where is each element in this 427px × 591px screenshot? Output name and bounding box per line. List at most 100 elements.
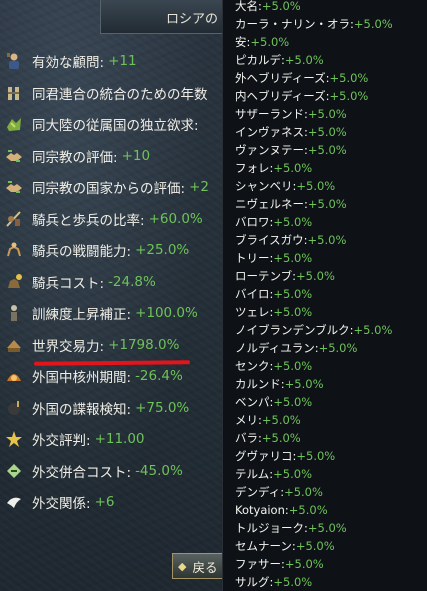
modifier-value: +2 [189, 179, 209, 195]
tooltip-entry: メリ:+5.0% [235, 411, 301, 429]
dove-icon [4, 492, 24, 512]
modifier-row: 訓練度上昇補正: +100.0% [0, 302, 232, 324]
tooltip-entry: デンディ:+5.0% [235, 483, 323, 501]
tooltip-entry-name: ローテンブ: [235, 269, 297, 283]
cavalry-cost-icon [4, 272, 24, 292]
modifier-panel: ロシアの 有効な顧問: +11 同君連合の統合のための年数 同大陸の従属国の独立欲求:… [0, 0, 232, 591]
modifier-row: 騎兵と歩兵の比率: +60.0% [0, 208, 232, 230]
tooltip-entry: ブライスガウ:+5.0% [235, 231, 346, 249]
tooltip-entry: Kotyaion:+5.0% [235, 501, 328, 519]
spy-icon [4, 398, 24, 418]
tooltip-entry-name: バイロ: [235, 287, 274, 301]
tooltip-entry-value: +5.0% [261, 413, 301, 427]
modifier-value: +25.0% [135, 242, 190, 258]
tooltip-entry-value: +5.0% [329, 89, 369, 103]
modifier-row: 同宗教の国家からの評価: +2 [0, 176, 232, 198]
tooltip-entry-name: Kotyaion: [235, 503, 289, 517]
tooltip-entry-value: +5.0% [261, 431, 301, 445]
modifier-value: +10 [121, 147, 151, 164]
modifier-row: 外交関係: +6 [0, 491, 232, 513]
modifier-label: 外交関係: [32, 496, 91, 512]
tooltip-entry-name: インヴァネス: [235, 125, 308, 139]
modifier-label: 騎兵と歩兵の比率: [32, 212, 145, 229]
tooltip-entry-name: シャンベリ: [235, 179, 297, 193]
modifier-row: 同君連合の統合のための年数 [0, 82, 232, 104]
back-button-label: 戻る [192, 559, 218, 575]
modifier-row: 外交併合コスト: -45.0% [0, 460, 232, 482]
tooltip-entry-name: ヴァンヌテー: [235, 143, 308, 157]
modifier-value: +60.0% [148, 210, 203, 227]
modifier-label: 有効な顧問: [32, 55, 105, 71]
tooltip-entry-value: +5.0% [307, 143, 347, 157]
reputation-icon [4, 429, 24, 449]
tooltip-entry-name: メリ: [235, 413, 262, 427]
tooltip-entry-name: センク: [235, 359, 274, 373]
modifier-label: 外国の諜報検知: [32, 401, 132, 418]
advisor-icon [4, 51, 24, 71]
tooltip-entry: セムナーン:+5.0% [235, 537, 335, 555]
modifier-value: +11.00 [94, 431, 145, 447]
tooltip-entry-name: ノイブランデンブルク: [235, 323, 354, 337]
tooltip-entry-value: +5.0% [284, 485, 323, 499]
tooltip-entry-name: サルグ: [235, 575, 274, 589]
tooltip-entry-name: カーラ・ナリン・オラ: [235, 17, 354, 31]
tooltip-entry-value: +5.0% [307, 521, 347, 535]
tooltip-entry: インヴァネス:+5.0% [235, 123, 347, 141]
cavalry-infantry-icon [4, 209, 24, 229]
tooltip-entry-name: トリー: [235, 251, 274, 265]
tooltip-entry-value: +5.0% [307, 107, 347, 121]
tooltip-entry: カルンド:+5.0% [235, 375, 324, 393]
tooltip-entry-name: 大名: [235, 0, 262, 13]
tooltip-entry-name: ブライスガウ: [235, 233, 308, 247]
tooltip-entry-value: +5.0% [288, 503, 328, 517]
tooltip-entry-value: +5.0% [329, 71, 369, 85]
tooltip-entry-value: +5.0% [307, 233, 347, 247]
modifier-value: +11 [108, 53, 137, 69]
tooltip-entry-value: +5.0% [307, 125, 347, 139]
tooltip-entry-value: +5.0% [273, 359, 313, 373]
tooltip-entry-value: +5.0% [273, 305, 313, 319]
tooltip-entry: トルジョーク:+5.0% [235, 519, 347, 537]
tooltip-entry: トリー:+5.0% [235, 249, 312, 267]
tooltip-entry-value: +5.0% [250, 35, 290, 49]
modifier-label: 同君連合の統合のための年数 [32, 86, 208, 103]
modifier-label: 世界交易力: [32, 338, 105, 355]
tooltip-entry: サルグ:+5.0% [235, 573, 312, 591]
tooltip-entry-value: +5.0% [273, 215, 313, 229]
tooltip-entry-value: +5.0% [296, 269, 335, 283]
tooltip-entry-name: 内ヘブリディーズ: [235, 89, 330, 103]
back-arrow-icon: ◆ [178, 559, 187, 573]
modifier-label: 外国中核州期間: [32, 370, 132, 386]
modifier-value: +6 [94, 494, 115, 510]
tooltip-entry-name: フォレ: [235, 161, 274, 175]
tooltip-entry-name: ノルディユラン: [235, 341, 319, 355]
tooltip-entry-value: +5.0% [284, 377, 324, 391]
tooltip-entry-value: +5.0% [273, 575, 313, 589]
union-icon [4, 83, 24, 103]
tooltip-entry-name: デンディ: [235, 485, 285, 499]
tooltip-entry-value: +5.0% [353, 323, 393, 337]
modifier-value: +100.0% [135, 305, 198, 321]
tooltip-entry-name: セムナーン: [235, 539, 296, 553]
tooltip-entry: シャンベリ:+5.0% [235, 177, 335, 195]
tooltip-entry-name: ファサー: [235, 557, 285, 571]
tooltip-entry-name: ツェレ: [235, 305, 274, 319]
modifier-label: 訓練度上昇補正: [32, 307, 132, 323]
tooltip-entry-name: グヴァリコ: [235, 449, 297, 463]
modifier-label: 外交評判: [32, 433, 91, 449]
tooltip-entry-name: バロワ: [235, 215, 274, 229]
modifier-row: 騎兵の戦闘能力: +25.0% [0, 239, 232, 261]
cavalry-icon [4, 240, 24, 260]
drill-icon [4, 303, 24, 323]
tooltip-entry: ベンパ:+5.0% [235, 393, 312, 411]
tooltip-entry: ツェレ:+5.0% [235, 303, 312, 321]
modifier-row: 外国中核州期間: -26.4% [0, 365, 232, 387]
tooltip-entry: センク:+5.0% [235, 357, 312, 375]
modifier-value: +1798.0% [108, 336, 180, 353]
tooltip-entry: グヴァリコ:+5.0% [235, 447, 335, 465]
tooltip-entry: ピカルデ:+5.0% [235, 51, 324, 69]
trade-icon [4, 335, 24, 355]
modifier-label: 同大陸の従属国の独立欲求: [32, 118, 199, 134]
modifier-row: 同大陸の従属国の独立欲求: [0, 113, 232, 135]
tooltip-entry-value: +5.0% [261, 0, 301, 13]
